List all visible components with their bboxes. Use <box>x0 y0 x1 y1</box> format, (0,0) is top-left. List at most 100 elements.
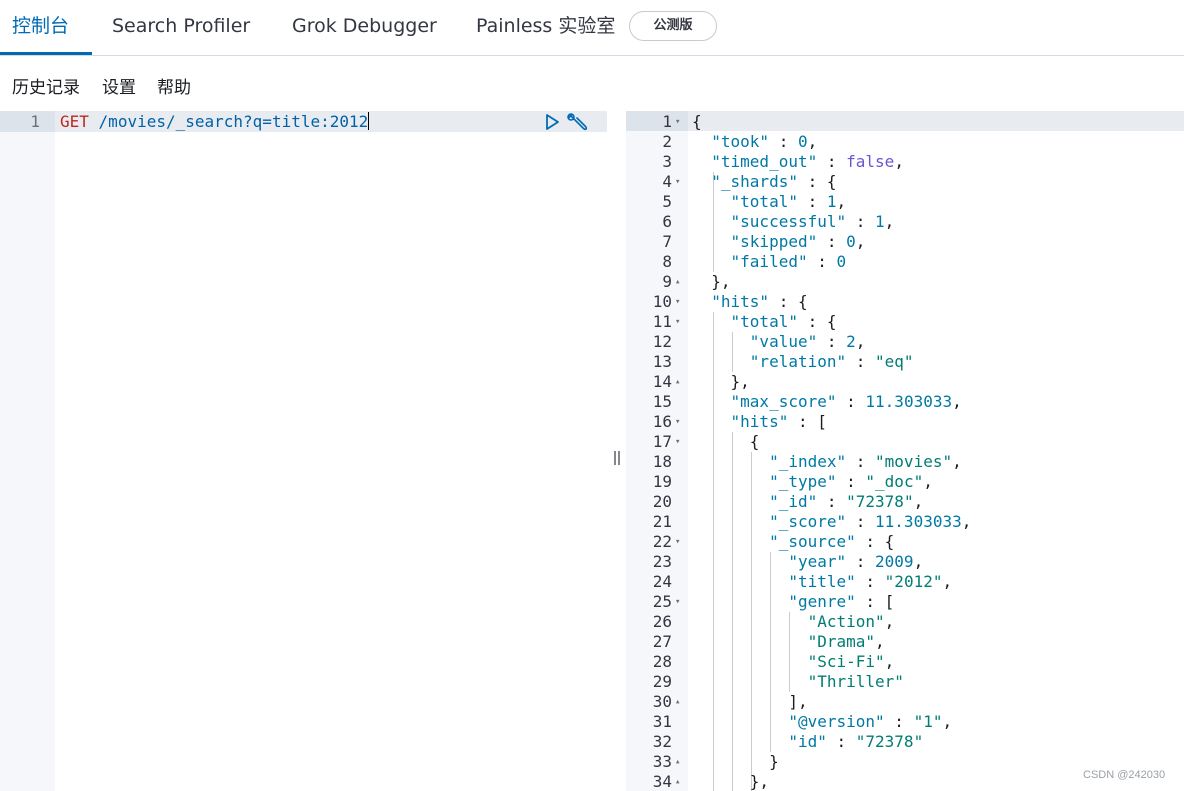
response-line: 5 "total" : 1, <box>626 192 1184 212</box>
tab-bar: 控制台 Search Profiler Grok Debugger Painle… <box>0 0 1184 56</box>
response-line-text: "total" : { <box>730 312 837 331</box>
line-number: 30 <box>652 692 672 711</box>
response-line: 12 "value" : 2, <box>626 332 1184 352</box>
settings-link[interactable]: 设置 <box>102 76 136 100</box>
fold-arrow-down-icon[interactable]: ▾ <box>675 112 680 132</box>
request-method: GET <box>60 112 89 131</box>
response-line: 4 ▾ "_shards" : { <box>626 172 1184 192</box>
request-line[interactable]: GET /movies/_search?q=title:2012 <box>60 111 370 132</box>
resize-handle-icon[interactable] <box>613 450 621 466</box>
response-code: 1 ▾{2 "took" : 0, 3 "timed_out" : false, 4 ▾… <box>626 112 1184 791</box>
line-number: 9 <box>662 272 672 291</box>
line-number: 10 <box>652 292 672 311</box>
line-number: 33 <box>652 752 672 771</box>
response-line: 18 "_index" : "movies", <box>626 452 1184 472</box>
response-line-text: "@version" : "1", <box>788 712 953 731</box>
active-tab-indicator <box>0 52 92 55</box>
wrench-icon[interactable] <box>566 112 588 132</box>
fold-arrow-up-icon[interactable]: ▴ <box>675 752 680 772</box>
response-line-text: "hits" : [ <box>730 412 827 431</box>
line-number: 1 <box>662 112 672 131</box>
fold-arrow-up-icon[interactable]: ▴ <box>675 272 680 292</box>
fold-arrow-down-icon[interactable]: ▾ <box>675 412 680 432</box>
response-line-text: "year" : 2009, <box>788 552 924 571</box>
response-line: 32 "id" : "72378" <box>626 732 1184 752</box>
response-line-text: "_id" : "72378", <box>769 492 924 511</box>
line-number: 18 <box>652 452 672 471</box>
response-line-text: "Action", <box>807 612 895 631</box>
line-number: 7 <box>662 232 672 251</box>
fold-arrow-up-icon[interactable]: ▴ <box>675 772 680 791</box>
response-line-text: "_type" : "_doc", <box>769 472 933 491</box>
fold-arrow-down-icon[interactable]: ▾ <box>675 432 680 452</box>
response-line: 6 "successful" : 1, <box>626 212 1184 232</box>
fold-arrow-up-icon[interactable]: ▴ <box>675 692 680 712</box>
fold-arrow-down-icon[interactable]: ▾ <box>675 592 680 612</box>
response-line-text: "skipped" : 0, <box>730 232 866 251</box>
line-number: 12 <box>652 332 672 351</box>
line-number: 24 <box>652 572 672 591</box>
response-line: 2 "took" : 0, <box>626 132 1184 152</box>
tab-console[interactable]: 控制台 <box>12 0 69 55</box>
line-number: 19 <box>652 472 672 491</box>
response-line: 31 "@version" : "1", <box>626 712 1184 732</box>
line-number: 32 <box>652 732 672 751</box>
response-line: 16 ▾ "hits" : [ <box>626 412 1184 432</box>
fold-arrow-down-icon[interactable]: ▾ <box>675 172 680 192</box>
response-line: 22 ▾ "_source" : { <box>626 532 1184 552</box>
beta-badge: 公测版 <box>629 11 717 41</box>
response-line: 27 "Drama", <box>626 632 1184 652</box>
play-icon[interactable] <box>544 113 560 131</box>
response-line-text: "_source" : { <box>769 532 895 551</box>
response-line: 13 "relation" : "eq" <box>626 352 1184 372</box>
response-line: 10 ▾ "hits" : { <box>626 292 1184 312</box>
response-line-text: "relation" : "eq" <box>749 352 914 371</box>
response-line: 29 "Thriller" <box>626 672 1184 692</box>
response-line-text: { <box>692 432 760 451</box>
history-link[interactable]: 历史记录 <box>12 76 80 100</box>
tab-grok-debugger[interactable]: Grok Debugger <box>292 0 437 55</box>
response-line-text: "_score" : 11.303033, <box>769 512 972 531</box>
tab-search-profiler[interactable]: Search Profiler <box>112 0 250 55</box>
help-link[interactable]: 帮助 <box>157 76 191 100</box>
request-editor[interactable]: 1 GET /movies/_search?q=title:2012 <box>0 111 607 791</box>
line-number: 20 <box>652 492 672 511</box>
line-number: 17 <box>652 432 672 451</box>
fold-arrow-down-icon[interactable]: ▾ <box>675 312 680 332</box>
watermark: CSDN @242030 <box>1083 769 1166 781</box>
response-line-text: "_index" : "movies", <box>769 452 962 471</box>
response-line: 15 "max_score" : 11.303033, <box>626 392 1184 412</box>
response-line-text: "value" : 2, <box>749 332 866 351</box>
request-url: /movies/_search?q=title:2012 <box>98 112 369 131</box>
response-line-text: "took" : 0, <box>711 132 818 151</box>
line-number: 15 <box>652 392 672 411</box>
response-line: 23 "year" : 2009, <box>626 552 1184 572</box>
line-number: 29 <box>652 672 672 691</box>
fold-arrow-up-icon[interactable]: ▴ <box>675 372 680 392</box>
response-line-text: "genre" : [ <box>788 592 895 611</box>
fold-arrow-down-icon[interactable]: ▾ <box>675 292 680 312</box>
tab-painless-lab[interactable]: Painless 实验室 <box>476 0 615 55</box>
response-line-text: } <box>692 752 779 771</box>
response-line: 14 ▴ }, <box>626 372 1184 392</box>
response-line-text: "failed" : 0 <box>730 252 847 271</box>
response-viewer[interactable]: 1 ▾{2 "took" : 0, 3 "timed_out" : false, 4 ▾… <box>626 111 1184 791</box>
line-number: 11 <box>652 312 672 331</box>
line-number: 27 <box>652 632 672 651</box>
response-line: 9 ▴ }, <box>626 272 1184 292</box>
response-line-text: }, <box>692 372 750 391</box>
response-line-text: "total" : 1, <box>730 192 847 211</box>
response-line: 1 ▾ { <box>626 112 1184 132</box>
fold-arrow-down-icon[interactable]: ▾ <box>675 532 680 552</box>
line-number: 31 <box>652 712 672 731</box>
response-line: 17 ▾ { <box>626 432 1184 452</box>
response-line: 26 "Action", <box>626 612 1184 632</box>
response-line-text: "timed_out" : false, <box>711 152 904 171</box>
response-line: 21 "_score" : 11.303033, <box>626 512 1184 532</box>
line-number: 23 <box>652 552 672 571</box>
response-line: 20 "_id" : "72378", <box>626 492 1184 512</box>
response-line: 24 "title" : "2012", <box>626 572 1184 592</box>
line-number: 1 <box>30 112 40 131</box>
request-gutter <box>0 111 55 791</box>
line-number: 34 <box>652 772 672 791</box>
